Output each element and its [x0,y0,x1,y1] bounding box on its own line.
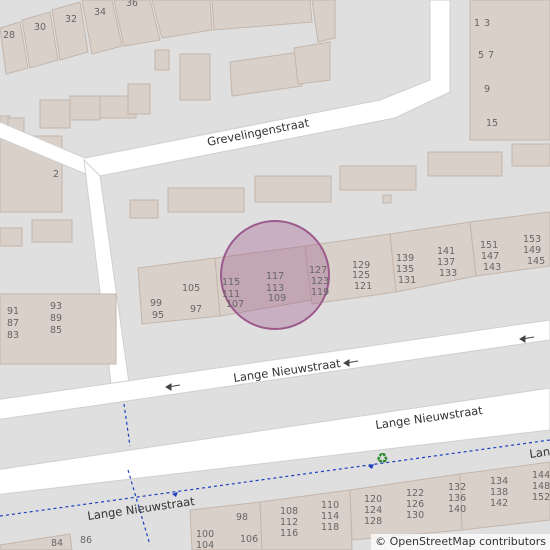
map-canvas[interactable]: ♻ Grevelingenstraat Lange Nieuwstraat La… [0,0,550,550]
house-number: 123 [311,276,329,287]
house-number: 143 [483,262,501,273]
house-number: 138 [490,487,508,498]
house-number: 119 [311,287,329,298]
house-number: 114 [321,511,339,522]
house-number: 86 [80,535,92,546]
house-number: 149 [523,245,541,256]
house-number: 135 [396,264,414,275]
house-number: 112 [280,517,298,528]
house-number: 130 [406,510,424,521]
house-number: 145 [527,256,545,267]
building-group-top-right [469,0,550,141]
house-number: 87 [7,318,19,329]
house-number: 131 [398,275,416,286]
house-number: 134 [490,476,508,487]
house-number: 140 [448,504,466,515]
house-number: 84 [51,538,63,549]
house-number: 148 [532,481,550,492]
house-number: 100 [196,529,214,540]
map-attribution[interactable]: © OpenStreetMap contributors [371,534,550,550]
house-number: 110 [321,500,339,511]
house-number: 89 [50,313,62,324]
house-number: 147 [481,251,499,262]
house-number: 144 [532,470,550,481]
house-number: 83 [7,330,19,341]
house-number: 128 [364,516,382,527]
house-number: 9 [484,84,490,95]
house-number: 122 [406,488,424,499]
house-number: 105 [182,283,200,294]
house-number: 139 [396,253,414,264]
house-number: 141 [437,246,455,257]
house-number: 137 [437,257,455,268]
house-number: 125 [352,270,370,281]
house-number: 120 [364,494,382,505]
house-number: 34 [94,7,106,18]
house-number: 121 [354,281,372,292]
house-number: 116 [280,528,298,539]
house-number: 97 [190,304,202,315]
house-number: 136 [448,493,466,504]
house-number: 132 [448,482,466,493]
house-number: 133 [439,268,457,279]
house-number: 106 [240,534,258,545]
house-number: 118 [321,522,339,533]
house-number: 7 [488,50,494,61]
attribution-link[interactable]: OpenStreetMap contributors [390,535,546,548]
house-number: 126 [406,499,424,510]
house-number: 2 [53,169,59,180]
house-number: 107 [226,299,244,310]
house-number: 15 [486,118,498,129]
street-label-lange-nieuwstraat-partial: Lan [528,444,550,461]
house-number: 3 [484,18,490,29]
house-number: 5 [478,50,484,61]
house-number: 104 [196,540,214,550]
recycling-icon: ♻ [376,451,389,467]
house-number: 108 [280,506,298,517]
house-number: 95 [152,310,164,321]
house-number: 109 [268,293,286,304]
house-number: 32 [65,14,77,25]
house-number: 127 [309,265,327,276]
copyright-symbol: © [375,535,387,548]
house-number: 124 [364,505,382,516]
house-number: 98 [236,512,248,523]
house-number: 117 [266,271,284,282]
house-number: 151 [480,240,498,251]
house-number: 91 [7,306,19,317]
house-number: 1 [474,18,480,29]
house-number: 36 [126,0,138,9]
house-number: 142 [490,498,508,509]
house-number: 30 [34,22,46,33]
house-number: 99 [150,298,162,309]
house-number: 153 [523,234,541,245]
house-number: 93 [50,301,62,312]
house-number: 85 [50,325,62,336]
house-number: 115 [222,277,240,288]
house-number: 152 [532,492,550,503]
house-number: 28 [3,30,15,41]
